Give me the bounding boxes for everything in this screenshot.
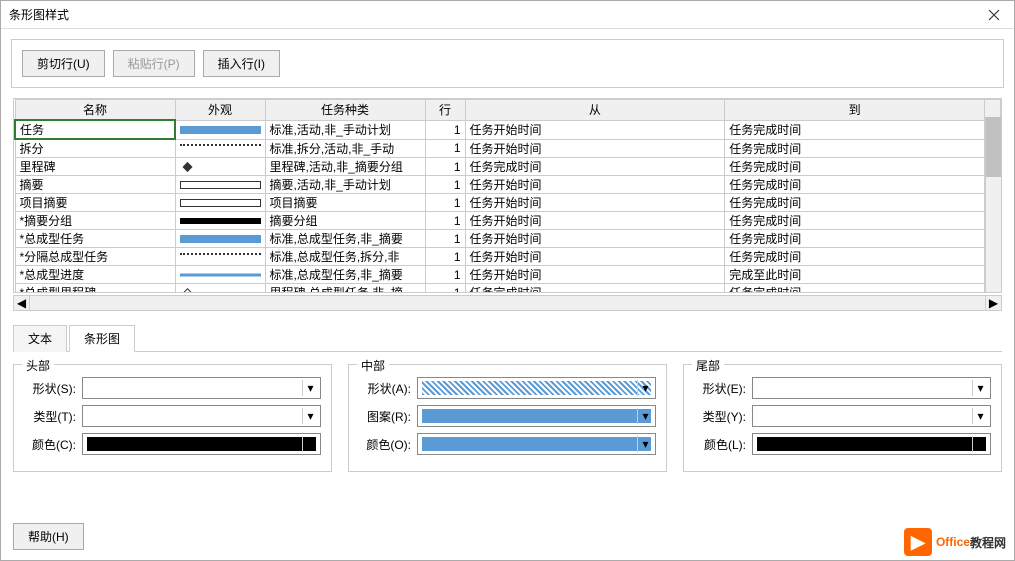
chevron-down-icon[interactable]: ▾ — [972, 380, 988, 396]
color-o-combo[interactable]: ▾ — [417, 433, 656, 455]
header-from[interactable]: 从 — [465, 100, 725, 121]
shape-e-label: 形状(E): — [694, 380, 752, 397]
table-row[interactable]: 任务标准,活动,非_手动计划1任务开始时间任务完成时间 — [15, 120, 1001, 139]
shape-a-label: 形状(A): — [359, 380, 417, 397]
type-y-combo[interactable]: ▾ — [752, 405, 991, 427]
type-t-combo[interactable]: ▾ — [82, 405, 321, 427]
head-legend: 头部 — [22, 357, 54, 374]
table-row[interactable]: 拆分标准,拆分,活动,非_手动1任务开始时间任务完成时间 — [15, 139, 1001, 158]
scroll-right-icon[interactable]: ▶ — [985, 296, 1001, 310]
paste-row-button: 粘贴行(P) — [113, 50, 195, 77]
shape-e-combo[interactable]: ▾ — [752, 377, 991, 399]
chevron-down-icon[interactable]: ▾ — [302, 436, 318, 452]
middle-legend: 中部 — [357, 357, 389, 374]
watermark: ▶ Office教程网 — [904, 528, 1006, 556]
table-row[interactable]: 摘要摘要,活动,非_手动计划1任务开始时间任务完成时间 — [15, 176, 1001, 194]
watermark-icon: ▶ — [904, 528, 932, 556]
help-button[interactable]: 帮助(H) — [13, 523, 84, 550]
shape-s-label: 形状(S): — [24, 380, 82, 397]
middle-section: 中部 形状(A):▾ 图案(R):▾ 颜色(O):▾ — [348, 364, 667, 472]
table-row[interactable]: 项目摘要项目摘要1任务开始时间任务完成时间 — [15, 194, 1001, 212]
close-button[interactable] — [974, 1, 1014, 29]
table-row[interactable]: *摘要分组摘要分组1任务开始时间任务完成时间 — [15, 212, 1001, 230]
chevron-down-icon[interactable]: ▾ — [637, 436, 653, 452]
chevron-down-icon[interactable]: ▾ — [972, 436, 988, 452]
color-l-label: 颜色(L): — [694, 436, 752, 453]
table-row[interactable]: *总成型任务标准,总成型任务,非_摘要1任务开始时间任务完成时间 — [15, 230, 1001, 248]
vertical-scrollbar[interactable] — [985, 117, 1001, 292]
chevron-down-icon[interactable]: ▾ — [637, 408, 653, 424]
color-l-combo[interactable]: ▾ — [752, 433, 991, 455]
pattern-r-label: 图案(R): — [359, 408, 417, 425]
bar-styles-grid[interactable]: 名称 外观 任务种类 行 从 到 任务标准,活动,非_手动计划1任务开始时间任务… — [13, 98, 1002, 293]
tab-bar[interactable]: 条形图 — [69, 325, 135, 352]
table-row[interactable]: *分隔总成型任务标准,总成型任务,拆分,非1任务开始时间任务完成时间 — [15, 248, 1001, 266]
toolbar: 剪切行(U) 粘贴行(P) 插入行(I) — [11, 39, 1004, 88]
shape-s-combo[interactable]: ▾ — [82, 377, 321, 399]
table-row[interactable]: *总成型里程碑里程碑,总成型任务,非_摘1任务完成时间任务完成时间 — [15, 284, 1001, 294]
color-o-label: 颜色(O): — [359, 436, 417, 453]
tabs: 文本 条形图 — [13, 325, 1002, 352]
scroll-left-icon[interactable]: ◀ — [14, 296, 30, 310]
color-c-label: 颜色(C): — [24, 436, 82, 453]
color-c-combo[interactable]: ▾ — [82, 433, 321, 455]
watermark-brand1: Office — [936, 535, 970, 549]
pattern-r-combo[interactable]: ▾ — [417, 405, 656, 427]
header-appearance[interactable]: 外观 — [175, 100, 265, 121]
header-tasktype[interactable]: 任务种类 — [265, 100, 425, 121]
chevron-down-icon[interactable]: ▾ — [637, 380, 653, 396]
horizontal-scrollbar[interactable]: ◀ ▶ — [13, 295, 1002, 311]
chevron-down-icon[interactable]: ▾ — [972, 408, 988, 424]
header-to[interactable]: 到 — [725, 100, 985, 121]
close-icon — [988, 9, 1000, 21]
type-y-label: 类型(Y): — [694, 408, 752, 425]
shape-a-combo[interactable]: ▾ — [417, 377, 656, 399]
tail-legend: 尾部 — [692, 357, 724, 374]
watermark-brand2: 教程网 — [970, 534, 1006, 551]
cut-row-button[interactable]: 剪切行(U) — [22, 50, 105, 77]
table-row[interactable]: *总成型进度标准,总成型任务,非_摘要1任务开始时间完成至此时间 — [15, 266, 1001, 284]
head-section: 头部 形状(S):▾ 类型(T):▾ 颜色(C):▾ — [13, 364, 332, 472]
tab-text[interactable]: 文本 — [13, 325, 67, 352]
header-row[interactable]: 行 — [425, 100, 465, 121]
table-row[interactable]: 里程碑里程碑,活动,非_摘要分组1任务完成时间任务完成时间 — [15, 158, 1001, 176]
header-name[interactable]: 名称 — [15, 100, 175, 121]
window-title: 条形图样式 — [9, 6, 974, 23]
chevron-down-icon[interactable]: ▾ — [302, 380, 318, 396]
chevron-down-icon[interactable]: ▾ — [302, 408, 318, 424]
type-t-label: 类型(T): — [24, 408, 82, 425]
insert-row-button[interactable]: 插入行(I) — [203, 50, 280, 77]
titlebar: 条形图样式 — [1, 1, 1014, 29]
tail-section: 尾部 形状(E):▾ 类型(Y):▾ 颜色(L):▾ — [683, 364, 1002, 472]
